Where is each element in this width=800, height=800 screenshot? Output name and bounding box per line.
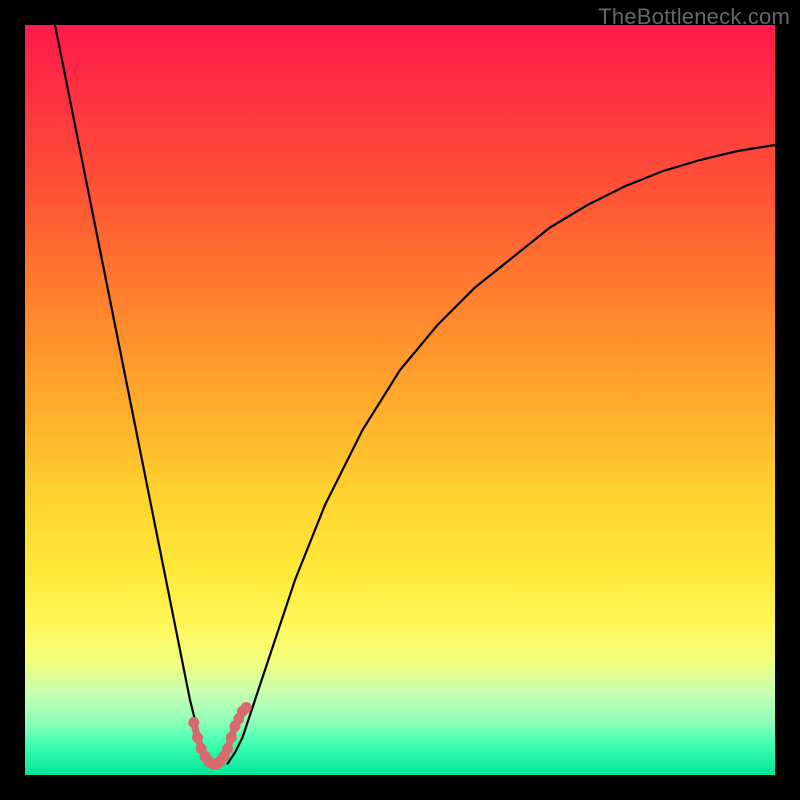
valley-marker xyxy=(188,717,199,728)
chart-plot-area xyxy=(25,25,775,775)
right-curve xyxy=(228,145,776,764)
chart-svg xyxy=(25,25,775,775)
valley-marker xyxy=(241,702,252,713)
valley-marker xyxy=(192,732,203,743)
chart-frame: TheBottleneck.com xyxy=(0,0,800,800)
valley-marker xyxy=(222,743,233,754)
left-curve xyxy=(55,25,213,764)
valley-marker xyxy=(226,732,237,743)
